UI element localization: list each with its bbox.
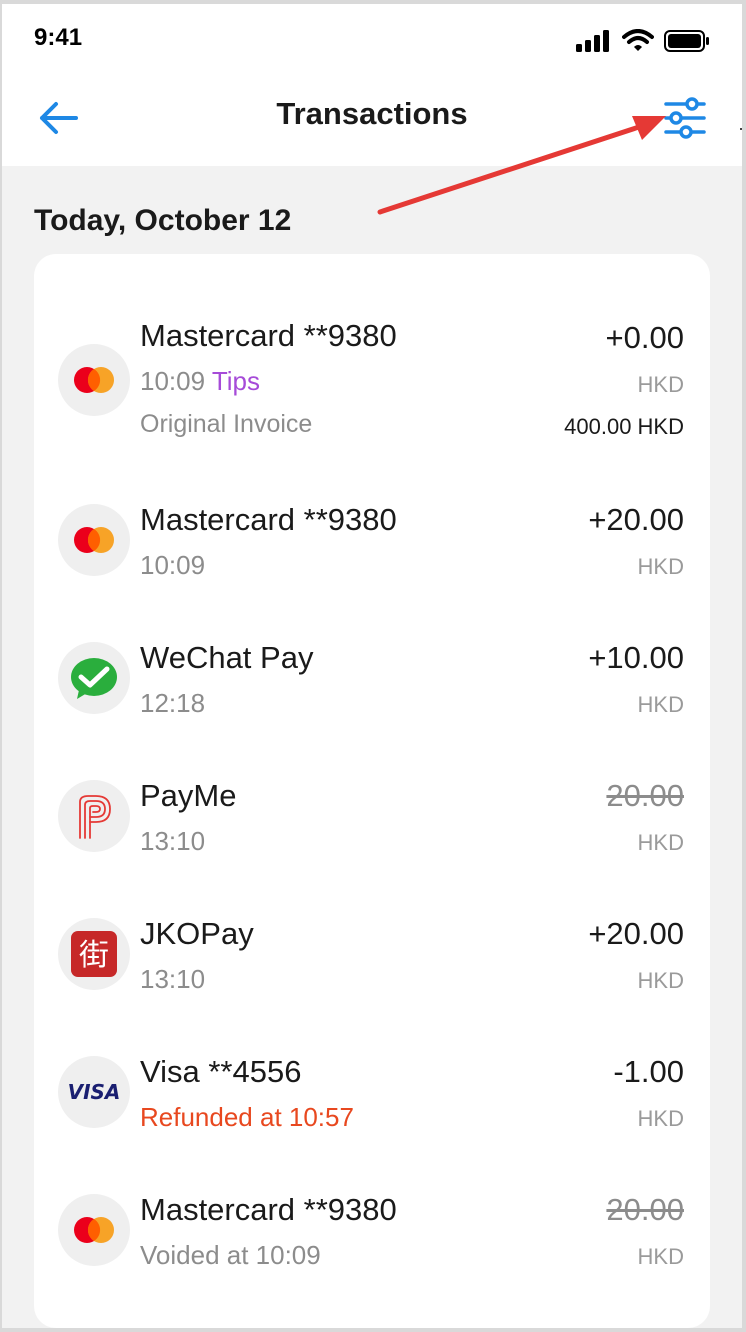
edge-mark <box>740 128 742 130</box>
top-bar: 9:41 Transactions <box>2 4 742 166</box>
transaction-method: WeChat Pay <box>140 640 314 675</box>
transaction-currency: HKD <box>637 692 684 717</box>
transaction-amount: +10.00 <box>588 640 684 675</box>
transaction-amount: +20.00 <box>588 916 684 951</box>
sliders-icon <box>664 97 706 139</box>
filter-button[interactable] <box>662 96 708 140</box>
transaction-time: 12:18 <box>140 688 206 718</box>
visa-icon: VISA <box>58 1056 130 1128</box>
transaction-note: Original Invoice <box>140 410 313 438</box>
transaction-currency: HKD <box>637 372 684 397</box>
transaction-time: 13:10 <box>140 826 206 856</box>
transaction-time: 10:09 <box>140 366 206 396</box>
transaction-currency: HKD <box>637 1106 684 1131</box>
transaction-row[interactable]: Mastercard **9380 Voided at 10:09 20.00 … <box>34 1186 710 1316</box>
svg-text:街: 街 <box>79 938 109 973</box>
transaction-amount: +0.00 <box>605 320 684 355</box>
transaction-method: JKOPay <box>140 916 254 951</box>
transaction-row[interactable]: 街 JKOPay 13:10 +20.00 HKD <box>34 910 710 1040</box>
mastercard-icon <box>58 344 130 416</box>
section-date: Today, October 12 <box>34 204 292 237</box>
transaction-row[interactable]: WeChat Pay 12:18 +10.00 HKD <box>34 634 710 764</box>
transaction-status: Refunded at 10:57 <box>140 1102 354 1132</box>
transaction-method: Mastercard **9380 <box>140 1192 397 1227</box>
transaction-row[interactable]: Mastercard **9380 10:09 Tips Original In… <box>34 304 710 454</box>
transaction-time: 13:10 <box>140 964 206 994</box>
tips-tag: Tips <box>211 366 260 396</box>
transaction-amount: 20.00 <box>606 1192 684 1227</box>
transaction-method: Mastercard **9380 <box>140 318 397 353</box>
transaction-amount: +20.00 <box>588 502 684 537</box>
transaction-original-amount: 400.00 HKD <box>564 414 684 439</box>
transaction-time: 10:09 <box>140 550 206 580</box>
transactions-card: Mastercard **9380 10:09 Tips Original In… <box>34 254 710 1328</box>
transaction-method: PayMe <box>140 778 237 813</box>
transaction-currency: HKD <box>637 830 684 855</box>
transaction-row[interactable]: VISA Visa **4556 Refunded at 10:57 -1.00… <box>34 1048 710 1178</box>
transaction-row[interactable]: PayMe 13:10 20.00 HKD <box>34 772 710 902</box>
transaction-amount: 20.00 <box>606 778 684 813</box>
transaction-method: Mastercard **9380 <box>140 502 397 537</box>
phone-screen: 9:41 Transactions Today, October 12 Mast… <box>2 4 742 1328</box>
transaction-currency: HKD <box>637 554 684 579</box>
battery-icon <box>664 30 709 52</box>
transaction-amount: -1.00 <box>613 1054 684 1089</box>
transaction-currency: HKD <box>637 1244 684 1269</box>
transaction-currency: HKD <box>637 968 684 993</box>
jkopay-icon: 街 <box>58 918 130 990</box>
page-title: Transactions <box>276 96 468 131</box>
wifi-icon <box>622 29 654 51</box>
status-icons <box>576 28 710 54</box>
transaction-method: Visa **4556 <box>140 1054 302 1089</box>
mastercard-icon <box>58 504 130 576</box>
transaction-status: Voided at 10:09 <box>140 1240 321 1270</box>
wechat-pay-icon <box>58 642 130 714</box>
svg-text:VISA: VISA <box>68 1081 121 1103</box>
status-time: 9:41 <box>34 24 83 51</box>
mastercard-icon <box>58 1194 130 1266</box>
transaction-row[interactable]: Mastercard **9380 10:09 +20.00 HKD <box>34 496 710 626</box>
signal-icon <box>576 30 609 52</box>
payme-icon <box>58 780 130 852</box>
transaction-time-line: 10:09 Tips <box>140 366 260 397</box>
